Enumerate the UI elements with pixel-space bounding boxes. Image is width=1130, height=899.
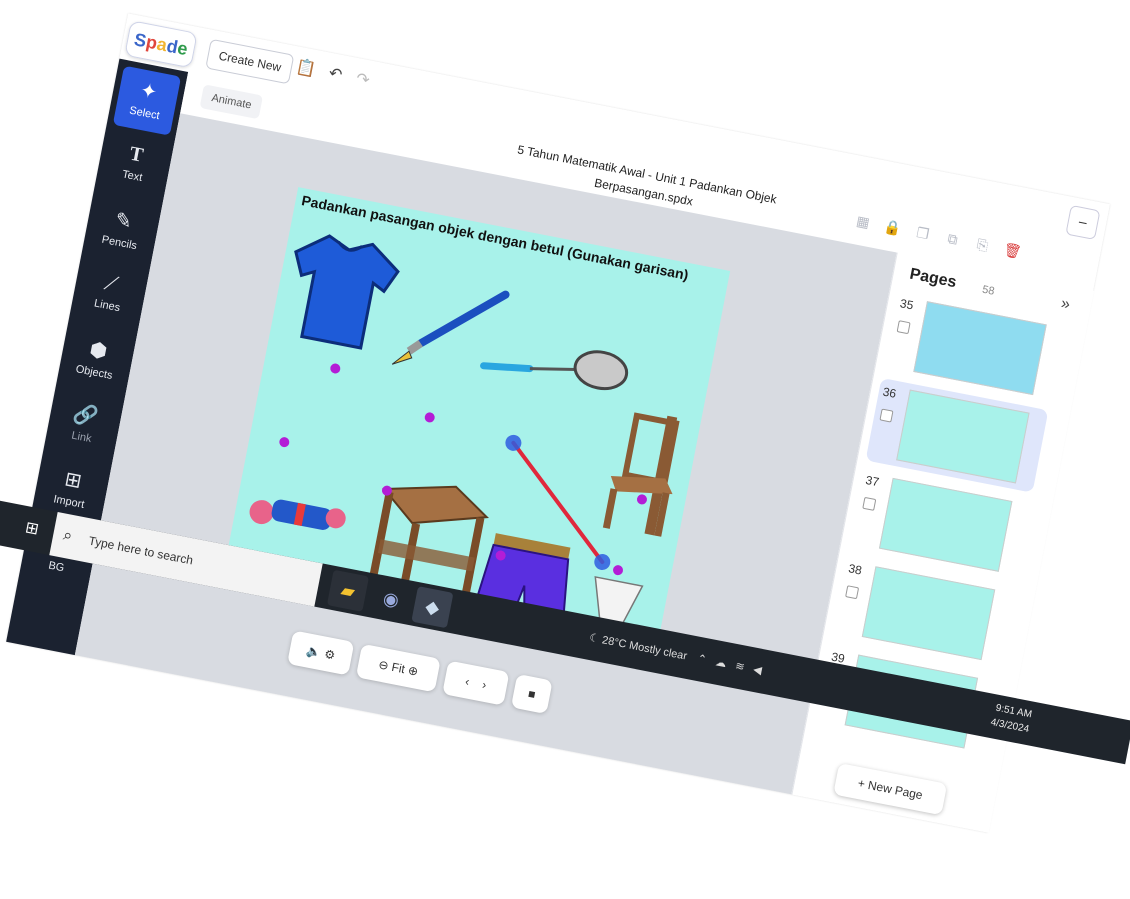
search-icon: ⌕ [61, 526, 74, 546]
link-tool[interactable]: 🔗 Link [50, 390, 118, 460]
animate-button[interactable]: Animate [199, 84, 264, 120]
text-tool[interactable]: T Text [100, 130, 168, 200]
taskbar-clock[interactable]: 9:51 AM 4/3/2024 [989, 700, 1033, 737]
objects-tool[interactable]: ⬢ Objects [62, 325, 130, 395]
page-checkbox[interactable] [862, 496, 877, 511]
duplicate-icon[interactable]: ❐ [910, 223, 935, 244]
new-page-button[interactable]: + New Page [833, 762, 948, 816]
prev-page-button[interactable]: ‹ [464, 674, 471, 689]
lock-icon[interactable]: 🔒 [880, 217, 905, 238]
video-icon: ■ [526, 686, 537, 702]
grid-icon[interactable]: ▦ [851, 212, 876, 233]
canvas-controls: 🔈 ⚙ ⊖ Fit ⊕ ‹ › ■ [287, 630, 553, 715]
pink-scarf-image[interactable] [242, 480, 350, 548]
collapse-icon[interactable]: » [1059, 295, 1071, 314]
wifi-icon[interactable]: ≋ [734, 660, 745, 674]
page-checkbox[interactable] [845, 585, 860, 600]
volume-tray-icon[interactable]: ◀ [752, 664, 763, 677]
fit-button[interactable]: Fit [390, 660, 406, 676]
pencils-tool[interactable]: ✎ Pencils [88, 195, 156, 265]
minimize-button[interactable]: – [1065, 204, 1101, 241]
lines-tool[interactable]: ⟋ Lines [75, 260, 143, 330]
page-thumbnail [913, 301, 1047, 396]
settings-icon[interactable]: ⚙ [323, 647, 336, 663]
volume-icon[interactable]: 🔈 [305, 643, 322, 660]
match-point[interactable] [278, 436, 291, 448]
zoom-group: ⊖ Fit ⊕ [355, 643, 441, 693]
cloud-icon[interactable]: ☁ [714, 656, 727, 670]
app-icon[interactable]: ◉ [370, 578, 412, 620]
copy-icon[interactable]: ⧉ [940, 229, 965, 250]
clipboard-icon[interactable]: 📋 [293, 56, 319, 82]
page-thumbnail [896, 389, 1030, 484]
page-checkbox[interactable] [879, 408, 894, 423]
nav-group: ‹ › [442, 660, 510, 706]
tshirt-image[interactable] [275, 222, 407, 359]
undo-icon[interactable]: ↶ [322, 62, 348, 88]
file-explorer-icon[interactable]: ▰ [326, 569, 370, 612]
page-thumbnail [861, 566, 996, 661]
page-checkbox[interactable] [896, 320, 911, 335]
spade-taskbar-icon[interactable]: ◆ [411, 586, 454, 629]
pages-count: 58 [981, 283, 996, 298]
delete-icon[interactable]: 🗑 [1000, 241, 1025, 262]
match-point[interactable] [329, 362, 342, 375]
select-tool[interactable]: ✦ Select [112, 65, 182, 136]
next-page-button[interactable]: › [481, 678, 488, 693]
redo-icon[interactable]: ↷ [350, 68, 376, 94]
view-group: 🔈 ⚙ [287, 630, 355, 676]
match-point[interactable] [423, 411, 436, 424]
screen: Spade Create New 📋 ↶ ↷ – ✦ Select T Text… [0, 0, 1130, 899]
paste-icon[interactable]: ⎘ [970, 235, 995, 256]
pages-title: Pages [908, 265, 958, 292]
page-thumbnail [878, 477, 1013, 572]
zoom-in-icon[interactable]: ⊕ [407, 663, 420, 679]
record-button[interactable]: ■ [510, 673, 553, 715]
badminton-racket-image[interactable] [476, 326, 635, 414]
zoom-out-icon[interactable]: ⊖ [377, 657, 390, 673]
chevron-up-icon[interactable]: ⌃ [696, 653, 707, 667]
